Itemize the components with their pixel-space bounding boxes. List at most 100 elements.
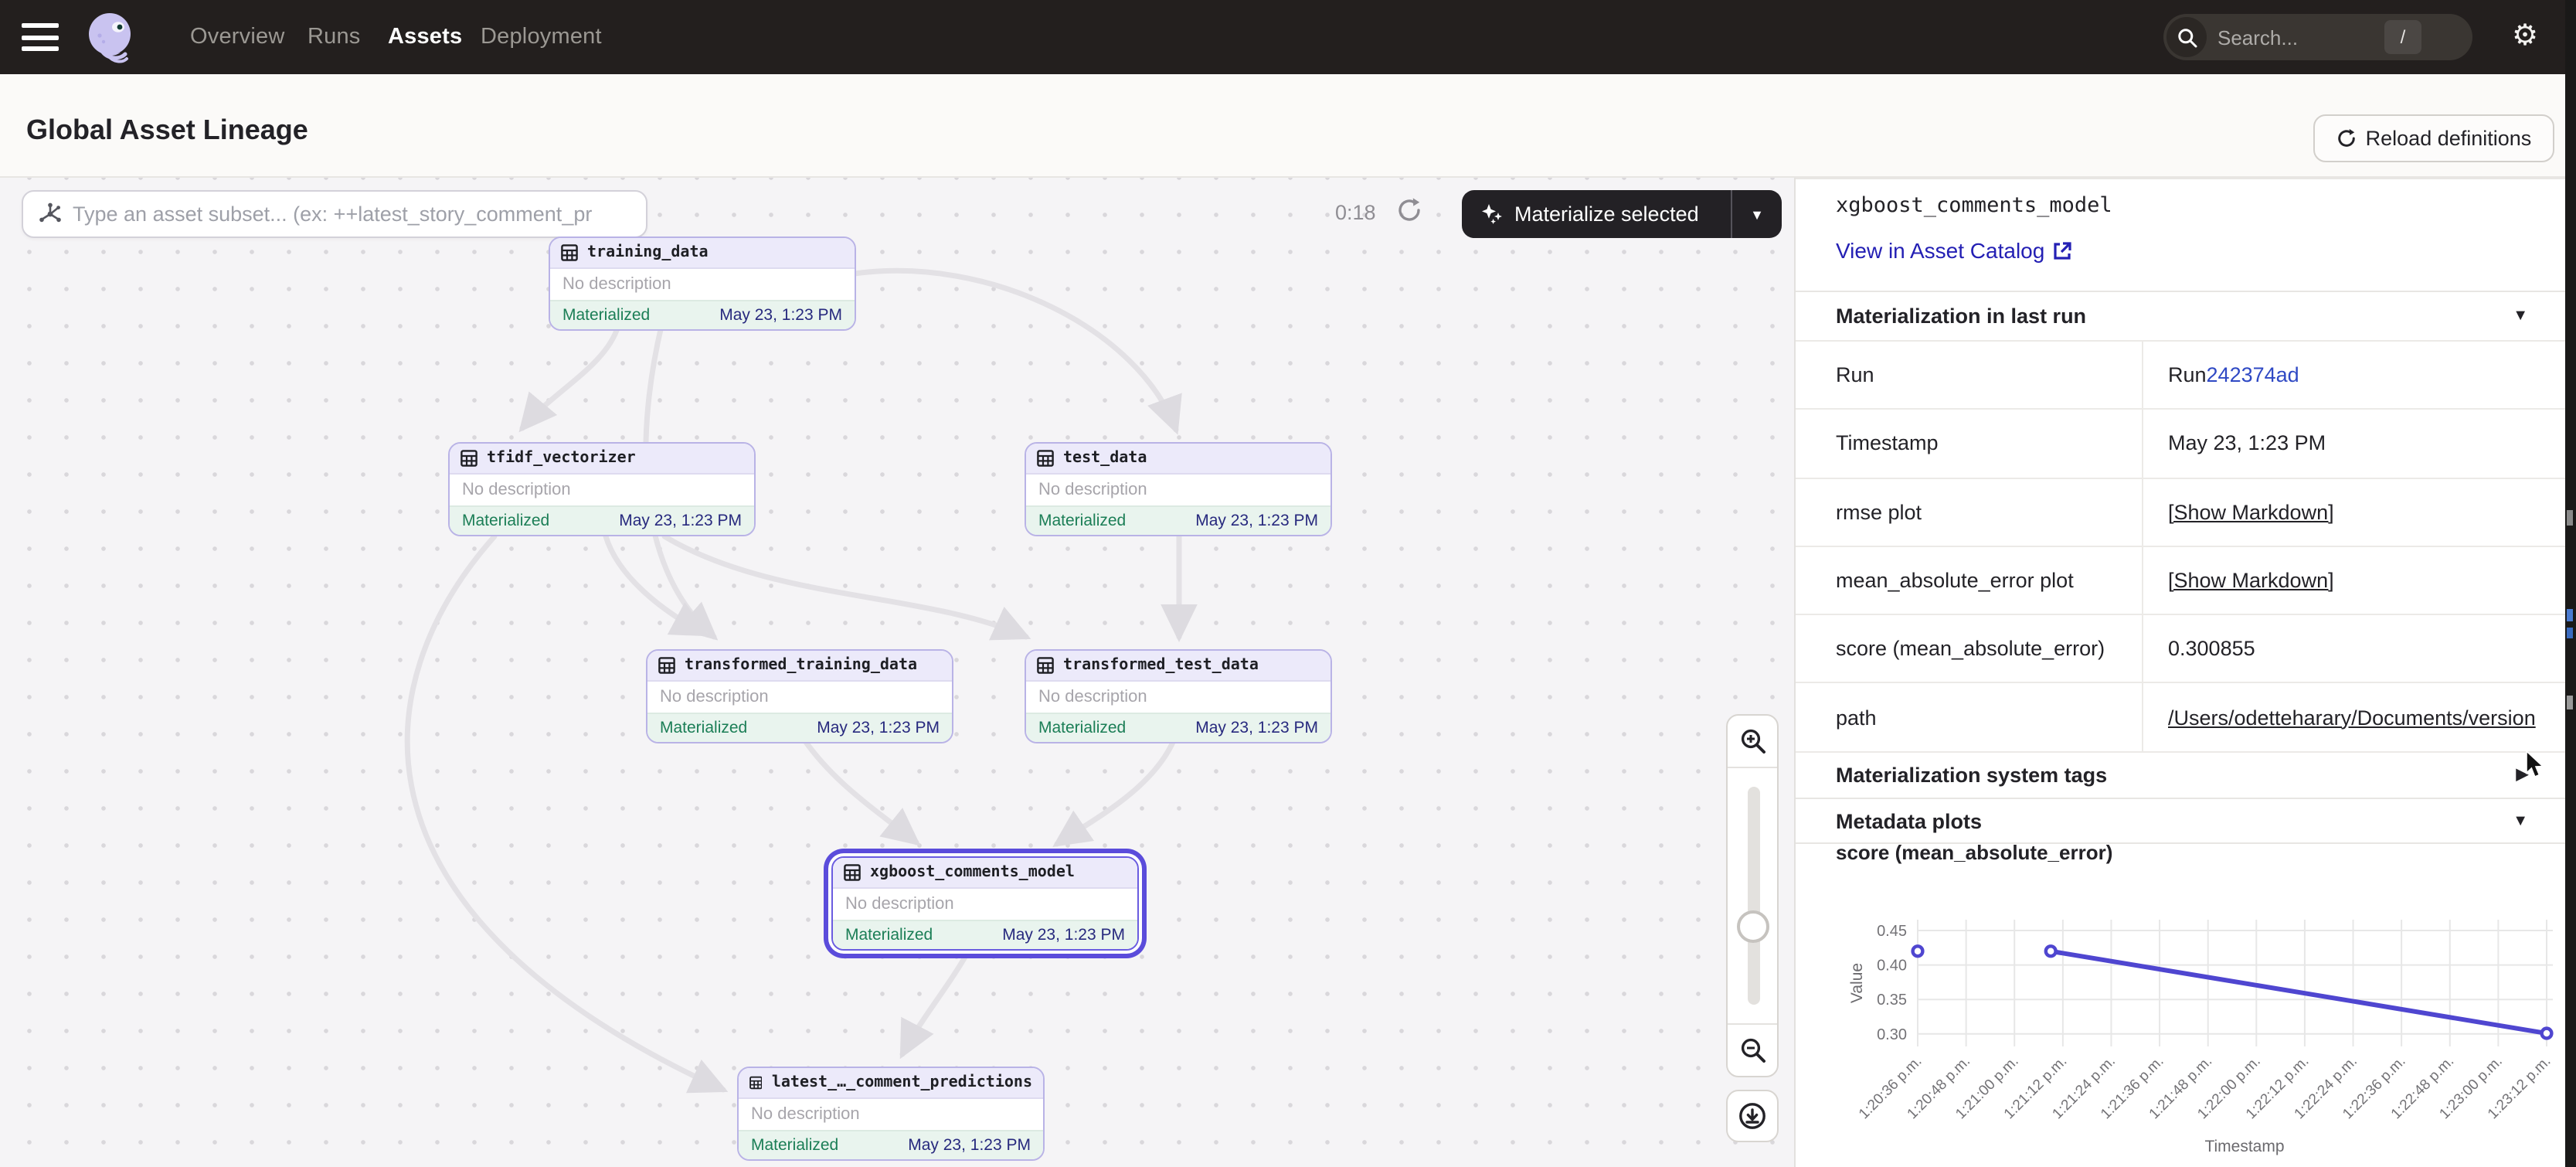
nav-item-runs[interactable]: Runs (308, 25, 361, 49)
section-metadata-plots[interactable]: Metadata plots ▼ (1796, 798, 2565, 844)
mouse-cursor (2525, 751, 2547, 779)
refresh-timer: 0:18 (1335, 201, 1376, 224)
row-label: path (1796, 684, 2143, 751)
nav-item-assets[interactable]: Assets (388, 25, 462, 49)
panel-asset-title: xgboost_comments_model (1836, 193, 2112, 218)
search-icon (2166, 17, 2207, 57)
section-materialization-system-tags[interactable]: Materialization system tags ▶ (1796, 751, 2565, 798)
search-shortcut-key: / (2384, 20, 2421, 54)
score-line-chart: 0.450.400.350.301:20:36 p.m.1:20:48 p.m.… (1842, 886, 2565, 1167)
table-icon (749, 1074, 763, 1091)
asset-timestamp[interactable]: May 23, 1:23 PM (1195, 512, 1318, 530)
asset-timestamp[interactable]: May 23, 1:23 PM (1195, 719, 1318, 737)
asset-graph-canvas[interactable]: 0:18 Materialize selected ▼ training_dat… (0, 178, 1796, 1167)
svg-text:Value: Value (1848, 963, 1866, 1003)
asset-node-transformed-test-data[interactable]: transformed_test_data No description Mat… (1025, 649, 1332, 743)
section-label: Materialization in last run (1836, 305, 2086, 328)
table-icon (658, 657, 675, 674)
asset-description: No description (1026, 682, 1330, 713)
asset-status: Materialized (1038, 719, 1126, 737)
page-title: Global Asset Lineage (26, 114, 308, 147)
dagster-logo[interactable] (80, 8, 139, 66)
asset-filter-input[interactable] (73, 202, 646, 226)
svg-text:0.30: 0.30 (1877, 1026, 1907, 1043)
row-label: Run (1796, 342, 2143, 409)
section-materialization-last-run[interactable]: Materialization in last run ▼ (1796, 291, 2565, 340)
asset-node-latest-comment-predictions[interactable]: latest_…_comment_predictions No descript… (737, 1067, 1045, 1161)
asset-name: latest_…_comment_predictions (772, 1074, 1032, 1091)
section-label: Materialization system tags (1836, 763, 2107, 786)
reload-definitions-button[interactable]: Reload definitions (2313, 114, 2554, 162)
asset-description: No description (647, 682, 952, 713)
view-in-asset-catalog-link[interactable]: View in Asset Catalog (1836, 238, 2072, 263)
zoom-controls (1726, 714, 1779, 1077)
materialize-selected-button[interactable]: Materialize selected ▼ (1462, 190, 1782, 238)
asset-node-test-data[interactable]: test_data No description MaterializedMay… (1025, 442, 1332, 536)
external-link-icon (2052, 240, 2072, 260)
asset-timestamp[interactable]: May 23, 1:23 PM (817, 719, 940, 737)
global-search[interactable]: / (2163, 14, 2472, 60)
asset-name: test_data (1063, 450, 1147, 467)
show-markdown-link[interactable]: [Show Markdown] (2168, 569, 2334, 592)
row-value: May 23, 1:23 PM (2143, 410, 2565, 478)
nav-item-overview[interactable]: Overview (190, 25, 284, 49)
asset-node-tfidf-vectorizer[interactable]: tfidf_vectorizer No description Material… (448, 442, 756, 536)
asset-status: Materialized (462, 512, 549, 530)
section-label: Metadata plots (1836, 809, 1982, 832)
screen-edge-strip (2565, 0, 2576, 1167)
asset-timestamp[interactable]: May 23, 1:23 PM (719, 306, 842, 325)
search-input[interactable] (2217, 26, 2384, 49)
asset-status: Materialized (660, 719, 747, 737)
materialize-dropdown-caret[interactable]: ▼ (1732, 206, 1782, 222)
run-id-link[interactable]: 242374ad (2207, 363, 2299, 386)
asset-node-training-data[interactable]: training_data No description Materialize… (549, 236, 856, 331)
metadata-plot-title: score (mean_absolute_error) (1836, 841, 2112, 864)
asset-name: xgboost_comments_model (870, 864, 1075, 881)
chevron-down-icon: ▼ (2513, 308, 2528, 325)
download-icon (1738, 1102, 1766, 1130)
asset-timestamp[interactable]: May 23, 1:23 PM (1002, 926, 1125, 944)
menu-icon[interactable] (22, 23, 59, 51)
asset-name: transformed_test_data (1063, 657, 1259, 674)
reload-definitions-label: Reload definitions (2366, 127, 2532, 150)
materialize-selected-label: Materialize selected (1514, 202, 1699, 226)
table-row-score: score (mean_absolute_error) 0.300855 (1796, 615, 2565, 684)
row-label: Timestamp (1796, 410, 2143, 478)
svg-text:0.35: 0.35 (1877, 992, 1907, 1009)
nav-item-deployment[interactable]: Deployment (481, 25, 602, 49)
table-icon (1037, 657, 1054, 674)
chevron-down-icon: ▼ (2513, 812, 2528, 829)
asset-node-xgboost-comments-model[interactable]: xgboost_comments_model No description Ma… (831, 856, 1139, 951)
gear-icon[interactable]: ⚙ (2506, 19, 2544, 56)
asset-timestamp[interactable]: May 23, 1:23 PM (908, 1136, 1031, 1155)
table-row-mae-plot: mean_absolute_error plot [Show Markdown] (1796, 547, 2565, 616)
svg-text:Timestamp: Timestamp (2204, 1138, 2284, 1155)
asset-node-transformed-training-data[interactable]: transformed_training_data No description… (646, 649, 953, 743)
asset-status: Materialized (1038, 512, 1126, 530)
asset-name: training_data (587, 244, 709, 261)
sparkle-icon (1480, 202, 1504, 226)
zoom-in-icon (1739, 728, 1765, 754)
zoom-in-button[interactable] (1728, 716, 1777, 767)
svg-text:0.45: 0.45 (1877, 923, 1907, 940)
table-icon (1037, 450, 1054, 467)
asset-details-panel: xgboost_comments_model View in Asset Cat… (1796, 178, 2576, 1167)
page-header (0, 74, 2576, 178)
zoom-slider-handle[interactable] (1737, 910, 1769, 943)
show-markdown-link[interactable]: [Show Markdown] (2168, 500, 2334, 523)
table-row-path: path /Users/odetteharary/Documents/versi… (1796, 684, 2565, 753)
asset-filter-field[interactable] (22, 190, 647, 238)
table-icon (460, 450, 477, 467)
asset-name: tfidf_vectorizer (487, 450, 636, 467)
graph-refresh-icon[interactable] (1395, 196, 1423, 224)
table-row-rmse-plot: rmse plot [Show Markdown] (1796, 478, 2565, 547)
download-graph-button[interactable] (1726, 1090, 1779, 1142)
zoom-slider[interactable] (1728, 767, 1777, 1025)
path-link[interactable]: /Users/odetteharary/Documents/version (2168, 706, 2536, 729)
asset-description: No description (833, 889, 1137, 920)
row-value: 0.300855 (2143, 615, 2565, 682)
table-row-timestamp: Timestamp May 23, 1:23 PM (1796, 410, 2565, 479)
asset-status: Materialized (845, 926, 933, 944)
asset-timestamp[interactable]: May 23, 1:23 PM (619, 512, 742, 530)
zoom-out-button[interactable] (1728, 1025, 1777, 1076)
